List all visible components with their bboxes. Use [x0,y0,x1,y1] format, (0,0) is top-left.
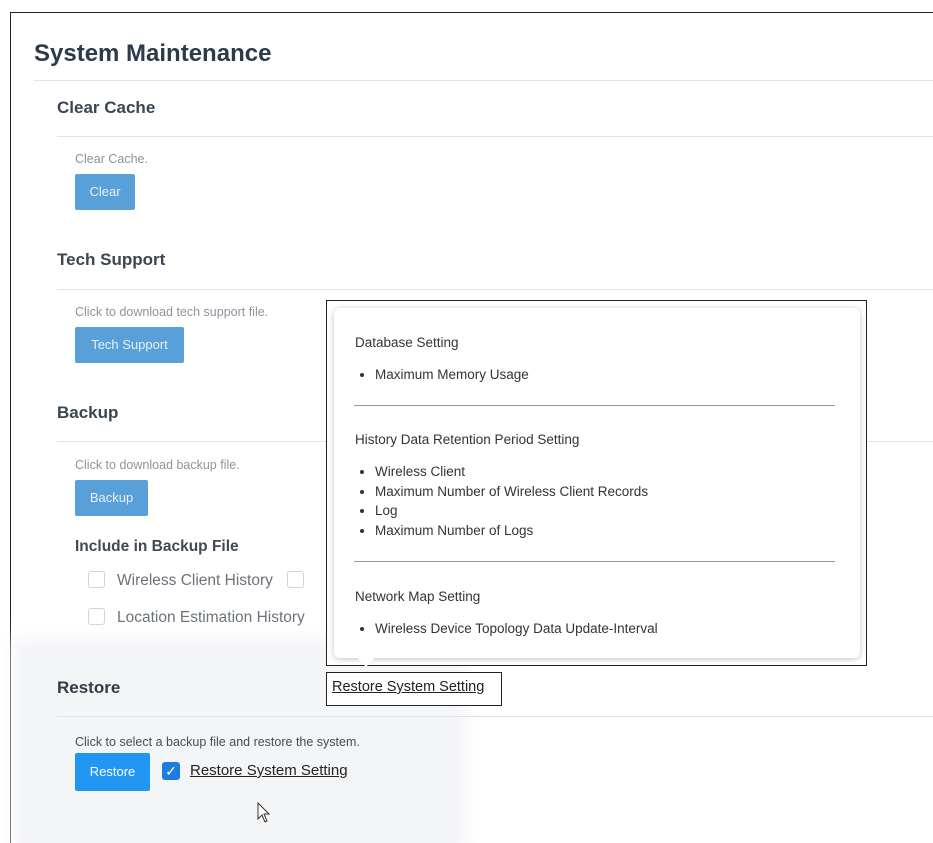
divider [57,136,933,137]
restore-settings-tooltip: Database Setting Maximum Memory Usage Hi… [334,308,860,658]
checkbox[interactable] [287,571,305,588]
list-item: Maximum Number of Wireless Client Record… [375,482,648,502]
restore-title: Restore [57,678,121,697]
clear-cache-description: Clear Cache. [75,152,148,166]
clear-button[interactable]: Clear [75,174,135,210]
tooltip-list: Wireless Client Maximum Number of Wirele… [355,462,648,540]
list-item: Log [375,501,648,521]
page-title: System Maintenance [34,40,272,67]
list-item: Wireless Client [375,462,648,482]
tooltip-section-title: Network Map Setting [355,589,481,604]
option-label: Location Estimation History [117,609,305,626]
mouse-cursor-icon [257,801,271,823]
backup-title: Backup [57,403,119,422]
restore-system-setting-label[interactable]: Restore System Setting [190,762,348,779]
divider [57,289,933,290]
tech-support-title: Tech Support [57,250,166,269]
wireless-client-history-option[interactable]: Wireless Client History [88,571,316,590]
backup-button[interactable]: Backup [75,480,148,516]
checkbox[interactable] [88,608,105,625]
checkbox[interactable] [88,571,105,588]
tooltip-arrow [356,656,376,667]
list-item: Maximum Memory Usage [375,365,529,384]
clear-cache-title: Clear Cache [57,98,156,117]
location-estimation-history-option[interactable]: Location Estimation History [88,608,305,627]
divider [34,80,933,81]
tooltip-target-label[interactable]: Restore System Setting [332,679,484,695]
tooltip-section-title: History Data Retention Period Setting [355,432,580,447]
backup-description: Click to download backup file. [75,458,240,472]
list-item: Wireless Device Topology Data Update-Int… [375,619,658,638]
list-item: Maximum Number of Logs [375,521,648,541]
tooltip-target-callout: Restore System Setting [326,672,502,706]
tooltip-divider [354,405,835,406]
include-in-backup-title: Include in Backup File [75,538,239,555]
tech-support-description: Click to download tech support file. [75,305,269,319]
tooltip-list: Wireless Device Topology Data Update-Int… [355,619,658,638]
restore-button[interactable]: Restore [75,753,150,791]
tooltip-divider [354,561,835,562]
tooltip-section-title: Database Setting [355,335,459,350]
tooltip-list: Maximum Memory Usage [355,365,529,384]
restore-system-setting-checkbox[interactable]: ✓ [162,762,180,780]
option-label: Wireless Client History [117,572,273,589]
tech-support-button[interactable]: Tech Support [75,327,184,363]
divider [57,716,933,717]
restore-description: Click to select a backup file and restor… [75,735,360,749]
